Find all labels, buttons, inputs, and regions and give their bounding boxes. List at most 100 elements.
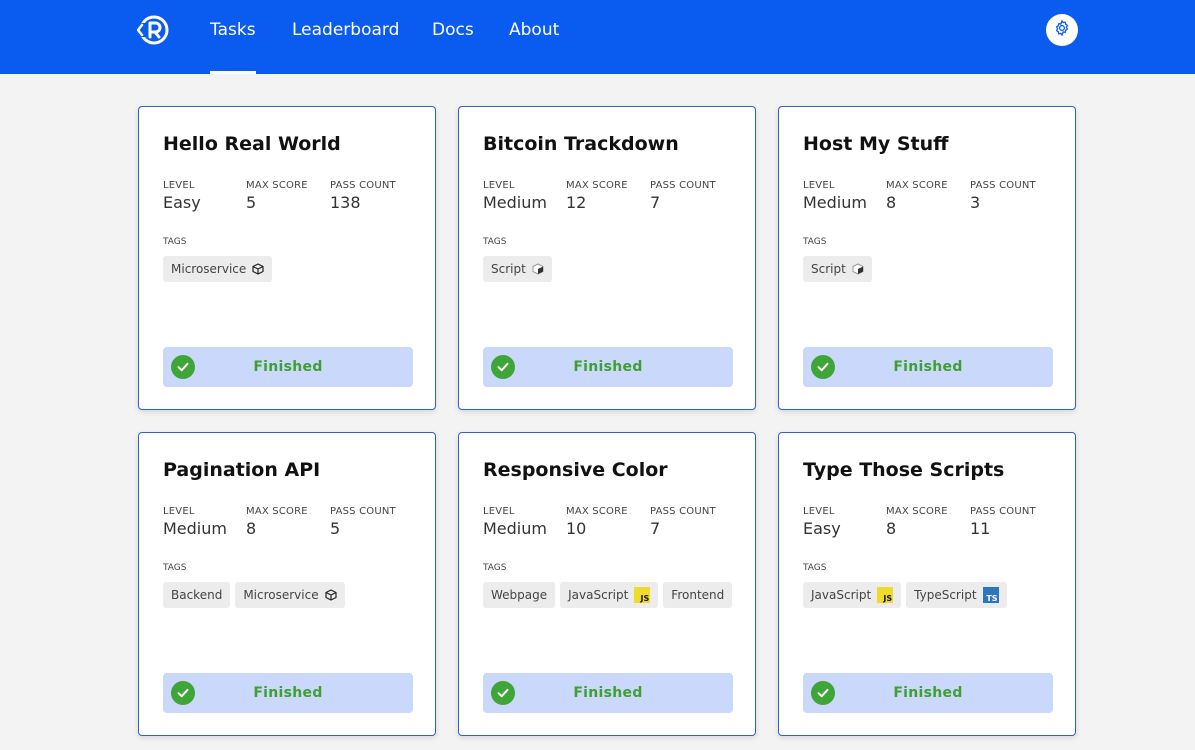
level-value: Medium (483, 519, 547, 538)
max-score-label: MAX SCORE (886, 180, 948, 191)
tag-label: JavaScript (811, 588, 872, 602)
js-icon: JS (634, 587, 651, 603)
nav-about[interactable]: About (509, 20, 559, 74)
card-title: Pagination API (163, 459, 321, 481)
status-text: Finished (893, 359, 963, 375)
nav-leaderboard[interactable]: Leaderboard (292, 20, 399, 74)
card-title: Bitcoin Trackdown (483, 133, 679, 155)
nav-tasks[interactable]: Tasks (210, 20, 256, 74)
pass-count-label: PASS COUNT (970, 180, 1036, 191)
level-value: Easy (163, 193, 201, 212)
top-navbar: Tasks Leaderboard Docs About (0, 0, 1195, 74)
tag-label: Webpage (491, 588, 548, 602)
settings-button[interactable] (1046, 14, 1078, 46)
js-icon: JS (877, 587, 894, 603)
tag-list: Webpage JavaScript JS Frontend (483, 582, 733, 608)
logo-icon[interactable] (136, 14, 171, 46)
tag-chip[interactable]: Script (483, 256, 552, 282)
pass-count-label: PASS COUNT (970, 506, 1036, 517)
level-label: LEVEL (803, 506, 835, 517)
max-score-label: MAX SCORE (886, 506, 948, 517)
level-value: Medium (803, 193, 867, 212)
tag-list: Script (803, 256, 872, 282)
tag-chip[interactable]: JavaScript JS (803, 582, 902, 608)
status-bar: Finished (803, 673, 1053, 713)
card-title: Hello Real World (163, 133, 341, 155)
tag-chip[interactable]: Backend (163, 582, 231, 608)
tag-chip[interactable]: JavaScript JS (560, 582, 659, 608)
max-score-label: MAX SCORE (246, 506, 308, 517)
task-card[interactable]: Type Those Scripts LEVEL MAX SCORE PASS … (778, 432, 1076, 736)
pass-count-value: 7 (650, 193, 661, 212)
status-bar: Finished (483, 673, 733, 713)
pass-count-value: 3 (970, 193, 981, 212)
tag-list: JavaScript JS TypeScript TS (803, 582, 1007, 608)
status-bar: Finished (483, 347, 733, 387)
card-title: Responsive Color (483, 459, 668, 481)
tag-chip[interactable]: Microservice (235, 582, 345, 608)
level-label: LEVEL (483, 506, 515, 517)
status-text: Finished (253, 359, 323, 375)
tag-list: Microservice (163, 256, 273, 282)
tag-label: Microservice (243, 588, 319, 602)
card-title: Host My Stuff (803, 133, 949, 155)
tag-list: Backend Microservice (163, 582, 345, 608)
max-score-value: 8 (886, 519, 897, 538)
task-card[interactable]: Pagination API LEVEL MAX SCORE PASS COUN… (138, 432, 436, 736)
tag-label: Frontend (671, 588, 725, 602)
script-cube-icon (532, 263, 544, 275)
status-bar: Finished (163, 347, 413, 387)
tag-label: Script (811, 262, 846, 276)
level-value: Easy (803, 519, 841, 538)
tag-chip[interactable]: Script (803, 256, 872, 282)
pass-count-value: 5 (330, 519, 341, 538)
max-score-label: MAX SCORE (566, 180, 628, 191)
max-score-value: 8 (246, 519, 257, 538)
gear-icon (1053, 19, 1071, 42)
tag-chip[interactable]: Microservice (163, 256, 273, 282)
tag-chip[interactable]: Webpage (483, 582, 556, 608)
status-bar: Finished (163, 673, 413, 713)
tag-chip[interactable]: Frontend (663, 582, 733, 608)
tags-label: TAGS (483, 563, 507, 573)
max-score-value: 10 (566, 519, 587, 538)
task-card[interactable]: Hello Real World LEVEL MAX SCORE PASS CO… (138, 106, 436, 410)
cube-icon (324, 589, 337, 601)
status-bar: Finished (803, 347, 1053, 387)
level-value: Medium (483, 193, 547, 212)
status-text: Finished (253, 685, 323, 701)
tag-label: Script (491, 262, 526, 276)
tag-label: JavaScript (568, 588, 629, 602)
pass-count-label: PASS COUNT (330, 180, 396, 191)
tag-chip[interactable]: TypeScript TS (906, 582, 1007, 608)
tag-list: Script (483, 256, 552, 282)
tags-label: TAGS (803, 563, 827, 573)
level-label: LEVEL (163, 506, 195, 517)
pass-count-label: PASS COUNT (650, 506, 716, 517)
task-card[interactable]: Host My Stuff LEVEL MAX SCORE PASS COUNT… (778, 106, 1076, 410)
nav-docs[interactable]: Docs (432, 20, 474, 74)
tag-label: TypeScript (914, 588, 977, 602)
tags-label: TAGS (803, 237, 827, 247)
status-text: Finished (573, 685, 643, 701)
tag-label: Microservice (171, 262, 247, 276)
max-score-value: 5 (246, 193, 257, 212)
max-score-value: 12 (566, 193, 587, 212)
level-value: Medium (163, 519, 227, 538)
tag-label: Backend (171, 588, 223, 602)
task-card[interactable]: Responsive Color LEVEL MAX SCORE PASS CO… (458, 432, 756, 736)
max-score-label: MAX SCORE (246, 180, 308, 191)
status-text: Finished (573, 359, 643, 375)
pass-count-label: PASS COUNT (650, 180, 716, 191)
tags-label: TAGS (163, 237, 187, 247)
task-card[interactable]: Bitcoin Trackdown LEVEL MAX SCORE PASS C… (458, 106, 756, 410)
tags-label: TAGS (163, 563, 187, 573)
script-cube-icon (852, 263, 864, 275)
pass-count-value: 138 (330, 193, 361, 212)
level-label: LEVEL (163, 180, 195, 191)
level-label: LEVEL (803, 180, 835, 191)
pass-count-label: PASS COUNT (330, 506, 396, 517)
ts-icon: TS (982, 587, 999, 603)
max-score-value: 8 (886, 193, 897, 212)
pass-count-value: 11 (970, 519, 991, 538)
